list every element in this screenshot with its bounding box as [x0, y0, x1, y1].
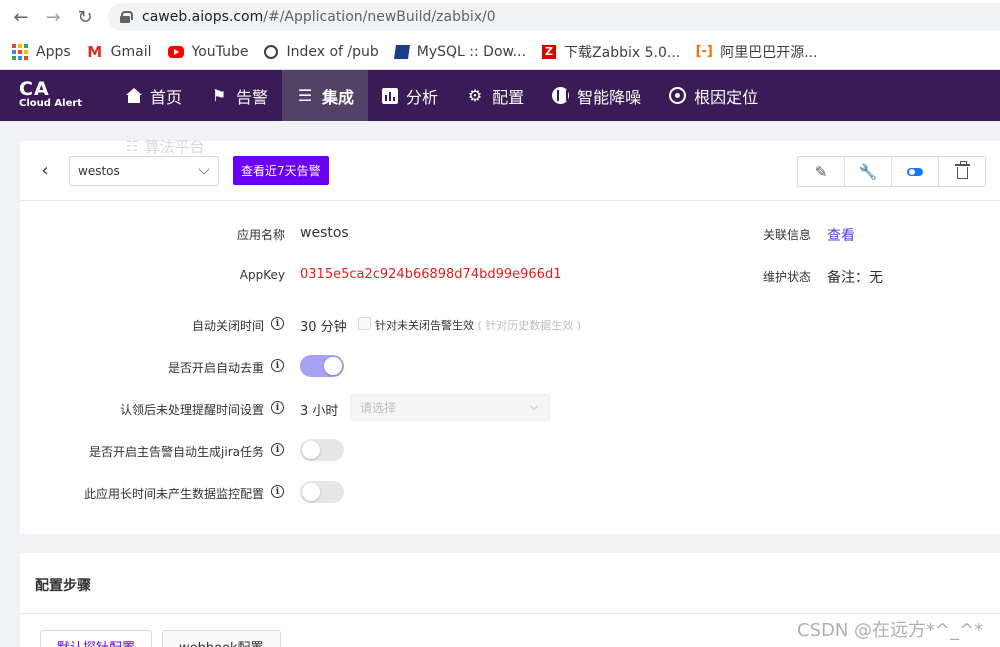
noise-icon: [552, 87, 570, 104]
logo[interactable]: CA Cloud Alert: [0, 70, 112, 121]
target-icon: [669, 87, 687, 104]
switch-knob: [324, 357, 342, 375]
toggle-icon: [907, 167, 923, 176]
chevron-down-icon: [198, 163, 210, 175]
info-icon[interactable]: i: [271, 443, 284, 456]
algorithm-platform-hint: ☷ 算法平台: [126, 138, 205, 156]
chart-icon: [382, 87, 399, 104]
edit-button[interactable]: ✎: [798, 157, 845, 186]
layers-icon: ☰: [297, 86, 313, 105]
reload-icon[interactable]: ↻: [74, 6, 96, 28]
tab-webhook[interactable]: webhook配置: [162, 630, 281, 647]
nav-root-cause[interactable]: 根因定位: [655, 70, 772, 121]
dedupe-switch[interactable]: [300, 355, 344, 377]
alibaba-icon: [-]: [695, 44, 713, 59]
related-info-label: 关联信息: [763, 228, 812, 242]
edit-icon: ✎: [814, 162, 828, 181]
alarm-icon: ⚑: [211, 86, 227, 105]
jira-switch[interactable]: [300, 439, 344, 461]
chevron-down-icon: [529, 401, 539, 411]
action-button-group: ✎ 🔧: [797, 156, 986, 187]
globe-icon: [264, 44, 279, 59]
remind-time-select[interactable]: 请选择: [350, 394, 550, 421]
delete-button[interactable]: [939, 157, 985, 186]
info-icon[interactable]: i: [271, 485, 284, 498]
gear-icon: ⚙: [467, 86, 483, 105]
lock-icon: [120, 11, 133, 23]
back-arrow-icon[interactable]: ←: [10, 6, 32, 28]
nav-noise-reduction[interactable]: 智能降噪: [538, 70, 655, 121]
info-icon[interactable]: i: [271, 401, 284, 414]
toggle-button[interactable]: [892, 157, 939, 186]
related-info-link[interactable]: 查看: [827, 225, 855, 245]
tab-default-probe[interactable]: 默认探针配置: [40, 630, 153, 647]
no-data-monitor-label: 此应用长时间未产生数据监控配置: [83, 487, 264, 501]
app-detail-card: ‹ westos 查看近7天告警 ✎ 🔧 应用名称 westos AppKey …: [20, 141, 1000, 534]
address-bar[interactable]: caweb.aiops.com/#/Application/newBuild/z…: [108, 3, 1000, 31]
appkey-value: 0315e5ca2c924b66898d74bd99e966d1: [300, 267, 562, 282]
remind-time-value: 3 小时: [300, 404, 339, 419]
browser-toolbar: ← → ↻ caweb.aiops.com/#/Application/newB…: [0, 0, 1000, 34]
appkey-label: AppKey: [239, 268, 285, 282]
wrench-icon: 🔧: [858, 162, 878, 181]
zabbix-icon: Z: [542, 44, 557, 59]
nav-integration[interactable]: ☰ 集成: [282, 70, 369, 121]
recent-alerts-button[interactable]: 查看近7天告警: [233, 156, 329, 185]
dedupe-label: 是否开启自动去重: [167, 361, 264, 375]
bookmark-index-pub[interactable]: Index of /pub: [264, 44, 379, 60]
wrench-button[interactable]: 🔧: [845, 157, 892, 186]
auto-close-value: 30 分钟: [300, 320, 347, 335]
app-top-nav: CA Cloud Alert 首页 ⚑ 告警 ☰ 集成 分析 ⚙ 配置 智能降噪…: [0, 70, 1000, 121]
maintenance-label: 维护状态: [763, 270, 812, 284]
unclosed-alert-check-label: 针对未关闭告警生效 ( 针对历史数据生效 ): [375, 319, 582, 332]
history-hint: ( 针对历史数据生效 ): [477, 319, 582, 332]
switch-knob: [302, 483, 320, 501]
home-icon: [126, 88, 142, 103]
url-text: caweb.aiops.com/#/Application/newBuild/z…: [142, 9, 496, 25]
no-data-monitor-switch[interactable]: [300, 481, 344, 503]
jira-label: 是否开启主告警自动生成jira任务: [89, 445, 264, 459]
bookmark-youtube[interactable]: YouTube: [167, 44, 248, 60]
info-icon[interactable]: i: [271, 317, 284, 330]
switch-knob: [302, 441, 320, 459]
bookmark-mysql[interactable]: MySQL :: Dow...: [393, 44, 526, 60]
steps-title: 配置步骤: [35, 578, 91, 594]
nav-config[interactable]: ⚙ 配置: [452, 70, 538, 121]
bookmarks-bar: Apps M Gmail YouTube Index of /pub MySQL…: [0, 34, 1000, 70]
remind-time-label: 认领后未处理提醒时间设置: [119, 403, 264, 417]
trash-icon: [954, 161, 970, 179]
csdn-watermark: CSDN @在远方*^_^*: [797, 620, 984, 641]
back-chevron-icon[interactable]: ‹: [36, 159, 54, 181]
mysql-icon: [393, 44, 410, 59]
gmail-icon: M: [87, 42, 103, 61]
bookmark-alibaba[interactable]: [-] 阿里巴巴开源...: [695, 42, 818, 62]
nav-home[interactable]: 首页: [112, 70, 196, 121]
divider: [20, 613, 1000, 614]
algorithm-icon: ☷: [126, 138, 139, 155]
app-name-label: 应用名称: [236, 228, 285, 242]
bookmark-apps[interactable]: Apps: [12, 43, 71, 60]
app-select[interactable]: westos: [69, 156, 219, 186]
forward-arrow-icon[interactable]: →: [42, 6, 64, 28]
youtube-icon: [167, 45, 184, 58]
auto-close-label: 自动关闭时间: [191, 319, 264, 333]
maintenance-value: 备注：无: [827, 270, 883, 286]
info-icon[interactable]: i: [271, 359, 284, 372]
nav-analysis[interactable]: 分析: [368, 70, 452, 121]
nav-alarm[interactable]: ⚑ 告警: [196, 70, 282, 121]
app-name-value: westos: [300, 225, 349, 241]
bookmark-zabbix[interactable]: Z 下载Zabbix 5.0...: [542, 42, 680, 62]
bookmark-gmail[interactable]: M Gmail: [87, 42, 151, 61]
apps-grid-icon: [12, 43, 28, 60]
unclosed-alert-checkbox[interactable]: [358, 317, 371, 330]
